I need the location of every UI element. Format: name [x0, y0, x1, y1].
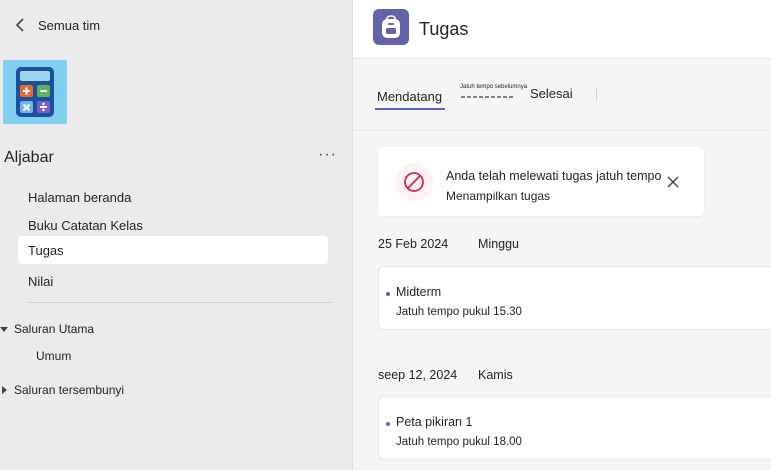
- channel-item-general[interactable]: Umum: [36, 349, 71, 363]
- overdue-alert[interactable]: Anda telah melewati tugas jatuh tempo Me…: [378, 147, 704, 216]
- tab-past-due-overlap: [461, 96, 513, 98]
- calculator-icon: [16, 67, 54, 117]
- close-icon[interactable]: [666, 175, 680, 189]
- group-day: Minggu: [478, 237, 519, 251]
- channel-group-label: Saluran Utama: [14, 322, 95, 336]
- bullet-dot: [386, 292, 390, 296]
- back-to-all-teams-button[interactable]: Semua tim: [12, 16, 100, 34]
- sidebar-item-assignments[interactable]: Tugas: [18, 236, 328, 264]
- sidebar-item-class-notebook[interactable]: Buku Catatan Kelas: [18, 211, 328, 239]
- caret-right-icon: [0, 386, 8, 394]
- group-date: seep 12, 2024: [378, 368, 458, 382]
- tab-past-due[interactable]: Jatuh tempo sebelumnya: [460, 84, 527, 90]
- page-title: Tugas: [419, 19, 469, 39]
- team-logo: [3, 60, 67, 124]
- active-tab-indicator: [375, 108, 445, 110]
- assignment-due: Jatuh tempo pukul 18.00: [396, 436, 522, 448]
- sidebar-divider: [28, 302, 332, 303]
- sidebar-item-label: Tugas: [28, 242, 64, 258]
- assignment-title: Peta pikiran 1: [396, 415, 473, 429]
- prohibited-icon: [395, 163, 433, 201]
- assignment-card[interactable]: Peta pikiran 1 Jatuh tempo pukul 18.00: [378, 396, 771, 460]
- sidebar-item-label: Buku Catatan Kelas: [28, 217, 143, 233]
- more-options-button[interactable]: ···: [318, 146, 337, 164]
- chevron-left-icon: [12, 16, 28, 34]
- back-label: Semua tim: [38, 17, 101, 33]
- team-name: Aljabar: [4, 149, 54, 166]
- assignment-due: Jatuh tempo pukul 15.30: [396, 306, 522, 318]
- channel-group-label: Saluran tersembunyi: [14, 383, 125, 397]
- channel-group-main[interactable]: Saluran Utama: [0, 322, 94, 336]
- sidebar-item-label: Halaman beranda: [28, 189, 132, 205]
- sidebar-item-home[interactable]: Halaman beranda: [18, 183, 328, 211]
- tab-separator: [596, 87, 597, 101]
- group-date: 25 Feb 2024: [378, 237, 449, 251]
- assignment-title: Midterm: [396, 285, 442, 299]
- main-panel: Tugas Mendatang Jatuh tempo sebelumnya S…: [353, 0, 771, 470]
- app-header: Tugas: [353, 0, 771, 59]
- sidebar-item-grades[interactable]: Nilai: [18, 267, 328, 295]
- date-group-header: seep 12, 2024 Kamis: [378, 368, 513, 382]
- alert-title: Anda telah melewati tugas jatuh tempo: [446, 169, 662, 183]
- bullet-dot: [386, 422, 390, 426]
- caret-down-icon: [0, 325, 8, 333]
- date-group-header: 25 Feb 2024 Minggu: [378, 237, 519, 251]
- tab-upcoming[interactable]: Mendatang: [377, 89, 442, 104]
- alert-subtitle[interactable]: Menampilkan tugas: [446, 189, 550, 203]
- tab-completed[interactable]: Selesai: [530, 86, 573, 101]
- assignment-tabs: Mendatang Jatuh tempo sebelumnya Selesai: [353, 60, 771, 131]
- group-day: Kamis: [478, 368, 513, 382]
- sidebar: Semua tim Aljabar ··· Halaman beranda Bu…: [0, 0, 353, 470]
- assignment-card[interactable]: Midterm Jatuh tempo pukul 15.30: [378, 266, 771, 330]
- sidebar-item-label: Nilai: [28, 273, 54, 289]
- channel-group-hidden[interactable]: Saluran tersembunyi: [0, 383, 124, 397]
- backpack-icon: [373, 9, 409, 45]
